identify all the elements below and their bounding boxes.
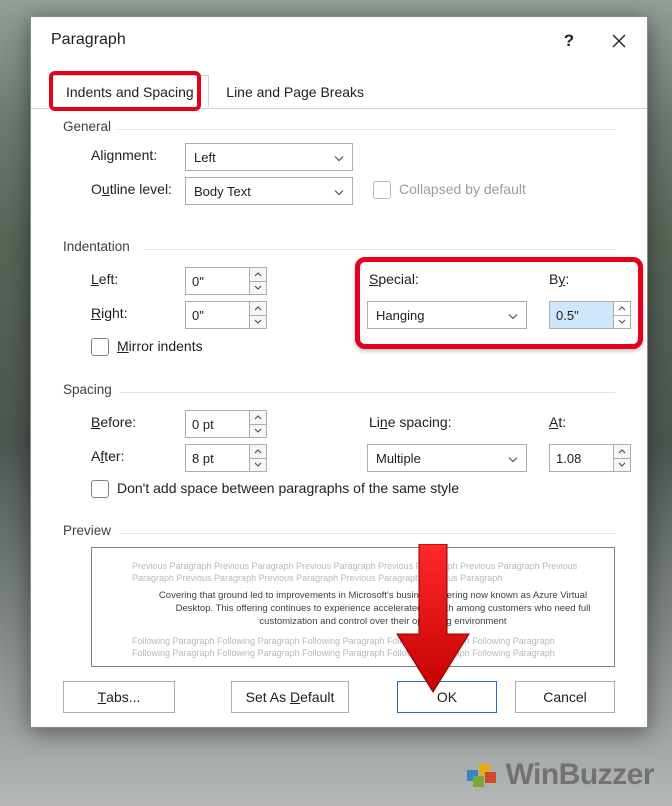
line-spacing-dropdown[interactable]: Multiple bbox=[367, 444, 527, 472]
section-spacing: Spacing bbox=[63, 382, 112, 397]
spin-up[interactable] bbox=[250, 445, 266, 459]
ok-button[interactable]: OK bbox=[397, 681, 497, 713]
before-spinner[interactable]: 0 pt bbox=[185, 410, 267, 438]
outline-level-dropdown[interactable]: Body Text bbox=[185, 177, 353, 205]
paragraph-dialog: Paragraph ? Indents and Spacing Line and… bbox=[30, 16, 648, 728]
chevron-down-icon bbox=[334, 150, 344, 165]
line-spacing-value: Multiple bbox=[376, 451, 421, 466]
watermark: WinBuzzer bbox=[465, 758, 654, 792]
spin-down[interactable] bbox=[250, 459, 266, 472]
preview-sample-text: Covering that ground led to improvements… bbox=[152, 590, 594, 628]
before-value: 0 pt bbox=[192, 417, 214, 432]
spin-buttons bbox=[249, 301, 267, 329]
after-value: 8 pt bbox=[192, 451, 214, 466]
by-spinner[interactable]: 0.5" bbox=[549, 301, 631, 329]
set-default-button[interactable]: Set As Default bbox=[231, 681, 349, 713]
line-spacing-label: Line spacing: bbox=[369, 414, 452, 430]
indent-left-value: 0" bbox=[192, 274, 204, 289]
mirror-indents-label: Mirror indents bbox=[117, 338, 203, 354]
chevron-down-icon bbox=[334, 184, 344, 199]
at-label: At: bbox=[549, 414, 566, 430]
after-label: After: bbox=[91, 448, 124, 464]
ok-label: OK bbox=[437, 689, 457, 705]
spin-up[interactable] bbox=[250, 411, 266, 425]
dialog-title: Paragraph bbox=[51, 31, 126, 49]
chevron-down-icon bbox=[508, 308, 518, 323]
cancel-label: Cancel bbox=[543, 689, 587, 705]
outline-level-label: Outline level: bbox=[91, 181, 172, 197]
spin-buttons bbox=[613, 301, 631, 329]
spin-buttons bbox=[249, 410, 267, 438]
special-value: Hanging bbox=[376, 308, 424, 323]
divider bbox=[119, 392, 615, 393]
spin-down[interactable] bbox=[250, 425, 266, 438]
tab-indents-spacing[interactable]: Indents and Spacing bbox=[51, 75, 209, 107]
titlebar: Paragraph ? bbox=[31, 17, 647, 65]
collapsed-checkbox bbox=[373, 181, 391, 199]
at-value: 1.08 bbox=[556, 451, 581, 466]
spin-up[interactable] bbox=[250, 268, 266, 282]
spin-up[interactable] bbox=[614, 302, 630, 316]
section-general: General bbox=[63, 119, 111, 134]
spin-down[interactable] bbox=[250, 316, 266, 329]
section-preview: Preview bbox=[63, 523, 111, 538]
spin-down[interactable] bbox=[614, 459, 630, 472]
spin-down[interactable] bbox=[250, 282, 266, 295]
at-spinner[interactable]: 1.08 bbox=[549, 444, 631, 472]
close-icon bbox=[611, 33, 627, 49]
same-style-checkbox[interactable] bbox=[91, 480, 109, 498]
alignment-dropdown[interactable]: Left bbox=[185, 143, 353, 171]
tab-line-page-breaks[interactable]: Line and Page Breaks bbox=[212, 76, 378, 108]
alignment-value: Left bbox=[194, 150, 216, 165]
special-dropdown[interactable]: Hanging bbox=[367, 301, 527, 329]
same-style-label: Don't add space between paragraphs of th… bbox=[117, 480, 459, 496]
indent-right-spinner[interactable]: 0" bbox=[185, 301, 267, 329]
collapsed-label: Collapsed by default bbox=[399, 181, 526, 197]
cancel-button[interactable]: Cancel bbox=[515, 681, 615, 713]
tab-bar: Indents and Spacing Line and Page Breaks bbox=[31, 75, 647, 109]
spin-buttons bbox=[613, 444, 631, 472]
by-label: By: bbox=[549, 271, 569, 287]
help-button[interactable]: ? bbox=[549, 25, 589, 57]
preview-following-text: Following Paragraph Following Paragraph … bbox=[132, 635, 594, 659]
winbuzzer-logo-icon bbox=[465, 756, 499, 790]
before-label: Before: bbox=[91, 414, 136, 430]
chevron-down-icon bbox=[508, 451, 518, 466]
alignment-label: Alignment: bbox=[91, 147, 157, 163]
tabs-button[interactable]: Tabs... bbox=[63, 681, 175, 713]
outline-level-value: Body Text bbox=[194, 184, 251, 199]
preview-box: Previous Paragraph Previous Paragraph Pr… bbox=[91, 547, 615, 667]
spin-down[interactable] bbox=[614, 316, 630, 329]
indent-right-value: 0" bbox=[192, 308, 204, 323]
mirror-indents-checkbox[interactable] bbox=[91, 338, 109, 356]
tab-label: Line and Page Breaks bbox=[226, 84, 364, 100]
divider bbox=[143, 249, 615, 250]
by-value: 0.5" bbox=[556, 308, 579, 323]
spin-buttons bbox=[249, 444, 267, 472]
special-label: Special: bbox=[369, 271, 419, 287]
divider bbox=[119, 533, 615, 534]
section-indentation: Indentation bbox=[63, 239, 130, 254]
indent-left-label: Left: bbox=[91, 271, 118, 287]
close-button[interactable] bbox=[599, 25, 639, 57]
after-spinner[interactable]: 8 pt bbox=[185, 444, 267, 472]
spin-up[interactable] bbox=[614, 445, 630, 459]
preview-previous-text: Previous Paragraph Previous Paragraph Pr… bbox=[132, 560, 594, 584]
watermark-text: WinBuzzer bbox=[505, 758, 654, 792]
spin-up[interactable] bbox=[250, 302, 266, 316]
divider bbox=[117, 129, 615, 130]
spin-buttons bbox=[249, 267, 267, 295]
indent-left-spinner[interactable]: 0" bbox=[185, 267, 267, 295]
indent-right-label: Right: bbox=[91, 305, 128, 321]
tab-label: Indents and Spacing bbox=[66, 84, 194, 100]
